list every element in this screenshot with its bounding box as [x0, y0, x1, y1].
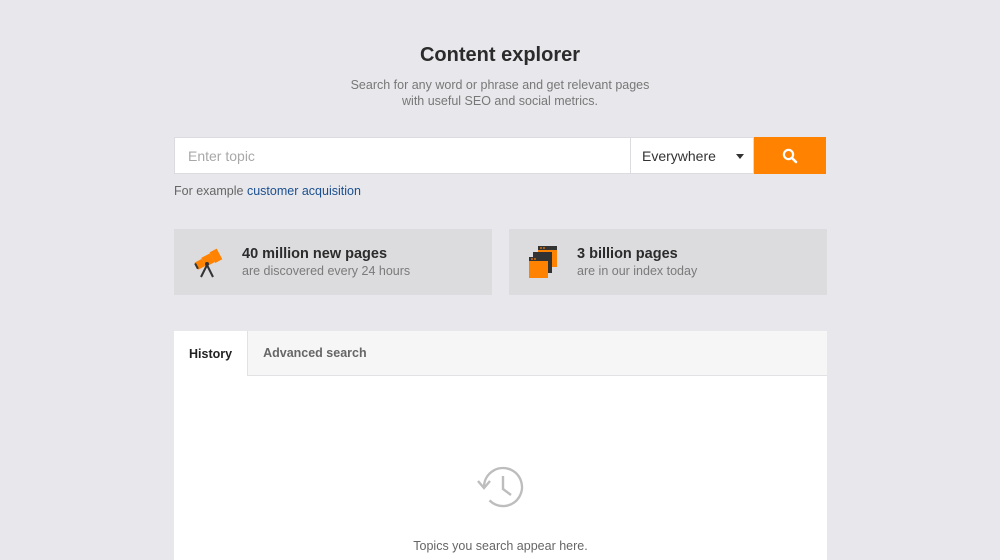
stat-card-index-pages: 3 billion pages are in our index today: [509, 229, 827, 295]
stat-card-new-pages: 40 million new pages are discovered ever…: [174, 229, 492, 295]
stat-subtext: are discovered every 24 hours: [242, 263, 411, 278]
stat-headline: 40 million new pages: [242, 245, 388, 262]
telescope-icon: [190, 244, 226, 280]
caret-down-icon: [736, 154, 744, 159]
search-bar: Everywhere: [174, 137, 826, 174]
history-panel: History Advanced search Topics you searc…: [174, 331, 827, 560]
stat-subtext: are in our index today: [577, 263, 698, 278]
example-link[interactable]: customer acquisition: [247, 184, 361, 198]
content-explorer-page: Content explorer Search for any word or …: [0, 0, 1000, 560]
stat-headline: 3 billion pages: [577, 245, 678, 262]
search-icon: [782, 148, 798, 163]
search-example: For example customer acquisition: [174, 184, 361, 198]
topic-search-input[interactable]: [174, 137, 630, 174]
history-clock-icon: [476, 466, 523, 508]
history-empty-state: [174, 459, 827, 520]
search-button[interactable]: [754, 137, 826, 174]
stacked-pages-icon: [525, 244, 561, 280]
scope-dropdown[interactable]: Everywhere: [630, 137, 754, 174]
history-empty-text: Topics you search appear here.: [413, 539, 588, 553]
example-prefix: For example: [174, 184, 244, 198]
tab-history[interactable]: History: [174, 331, 249, 376]
page-subtitle: Search for any word or phrase and get re…: [0, 77, 1000, 109]
tab-advanced-search[interactable]: Advanced search: [248, 331, 382, 375]
panel-tabs: History Advanced search: [174, 331, 827, 376]
subtitle-line-1: Search for any word or phrase and get re…: [350, 78, 650, 92]
scope-dropdown-value: Everywhere: [642, 147, 716, 164]
page-title: Content explorer: [419, 44, 581, 66]
subtitle-line-2: with useful SEO and social metrics.: [402, 94, 598, 108]
